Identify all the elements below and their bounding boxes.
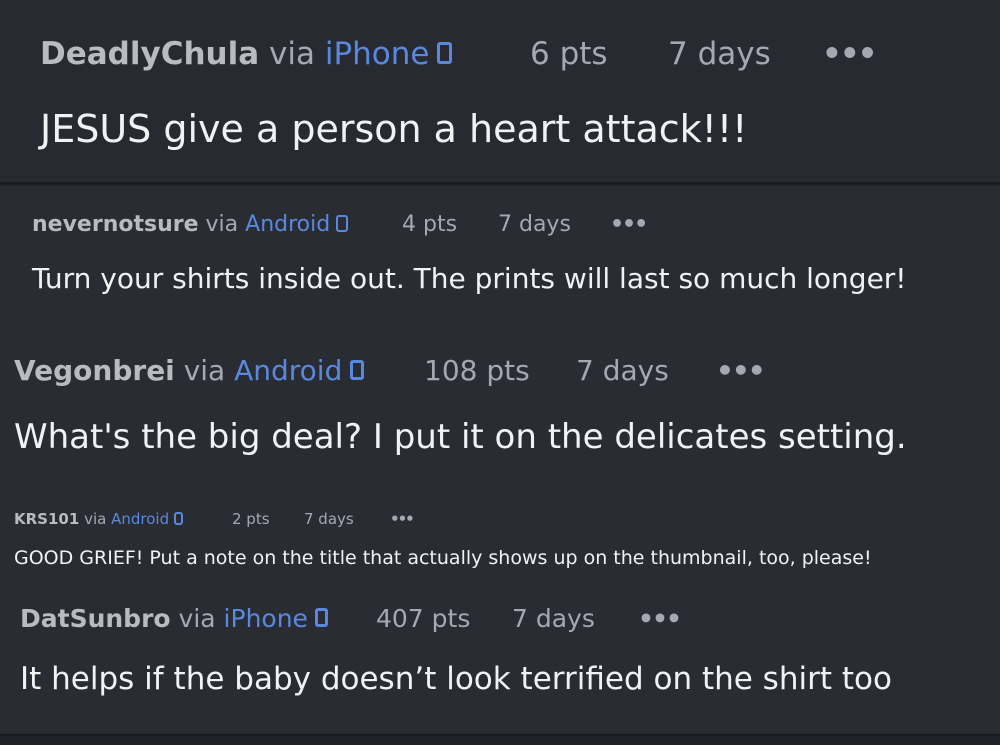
- phone-icon: [314, 608, 328, 627]
- device-link[interactable]: iPhone: [325, 36, 430, 72]
- via-label: via: [178, 604, 216, 633]
- points-count: 108 pts: [424, 354, 530, 387]
- phone-icon: [174, 511, 184, 525]
- device-link[interactable]: Android: [234, 354, 342, 387]
- timestamp: 7 days: [576, 354, 669, 387]
- phone-icon: [350, 359, 365, 380]
- comment-meta: nevernotsure via Android 4 pts 7 days ••…: [32, 210, 932, 240]
- more-options-icon[interactable]: •••: [638, 602, 682, 636]
- timestamp: 7 days: [304, 510, 354, 528]
- device-link[interactable]: Android: [245, 212, 330, 237]
- comment-text: GOOD GRIEF! Put a note on the title that…: [14, 547, 872, 569]
- username-link[interactable]: Vegonbrei: [14, 354, 175, 387]
- via-label: via: [183, 354, 226, 387]
- comment: DeadlyChula via iPhone 6 pts 7 days ••• …: [0, 0, 1000, 184]
- comment: nevernotsure via Android 4 pts 7 days ••…: [0, 186, 1000, 340]
- via-label: via: [205, 212, 239, 237]
- points-count: 2 pts: [232, 510, 270, 528]
- timestamp: 7 days: [668, 36, 771, 72]
- timestamp: 7 days: [512, 604, 595, 633]
- comment-meta: KRS101 via Android 2 pts 7 days •••: [14, 508, 914, 530]
- comment-meta: DeadlyChula via iPhone 6 pts 7 days •••: [40, 34, 940, 74]
- username-link[interactable]: DeadlyChula: [40, 36, 259, 72]
- timestamp: 7 days: [498, 212, 571, 237]
- comment-meta: DatSunbro via iPhone 407 pts 7 days •••: [20, 602, 920, 636]
- comment: Vegonbrei via Android 108 pts 7 days •••…: [0, 340, 1000, 488]
- points-count: 4 pts: [402, 212, 458, 237]
- more-options-icon[interactable]: •••: [716, 352, 766, 390]
- username-link[interactable]: KRS101: [14, 510, 79, 528]
- device-link[interactable]: Android: [111, 510, 169, 528]
- phone-icon: [437, 41, 453, 64]
- comment-text: What's the big deal? I put it on the del…: [14, 417, 907, 457]
- username-link[interactable]: DatSunbro: [20, 604, 171, 633]
- device-link[interactable]: iPhone: [224, 604, 308, 633]
- comment-text: JESUS give a person a heart attack!!!: [40, 107, 748, 151]
- more-options-icon[interactable]: •••: [390, 508, 415, 530]
- points-count: 6 pts: [530, 36, 608, 72]
- comment-text: It helps if the baby doesn’t look terrif…: [20, 661, 892, 697]
- more-options-icon[interactable]: •••: [822, 34, 877, 74]
- via-label: via: [84, 510, 107, 528]
- via-label: via: [269, 36, 315, 72]
- more-options-icon[interactable]: •••: [610, 210, 648, 240]
- comment-text: Turn your shirts inside out. The prints …: [32, 262, 907, 295]
- phone-icon: [336, 214, 349, 232]
- comment-meta: Vegonbrei via Android 108 pts 7 days •••: [14, 352, 914, 390]
- username-link[interactable]: nevernotsure: [32, 212, 199, 237]
- comment: KRS101 via Android 2 pts 7 days ••• GOOD…: [0, 488, 1000, 586]
- comment: DatSunbro via iPhone 407 pts 7 days ••• …: [0, 586, 1000, 736]
- points-count: 407 pts: [376, 604, 471, 633]
